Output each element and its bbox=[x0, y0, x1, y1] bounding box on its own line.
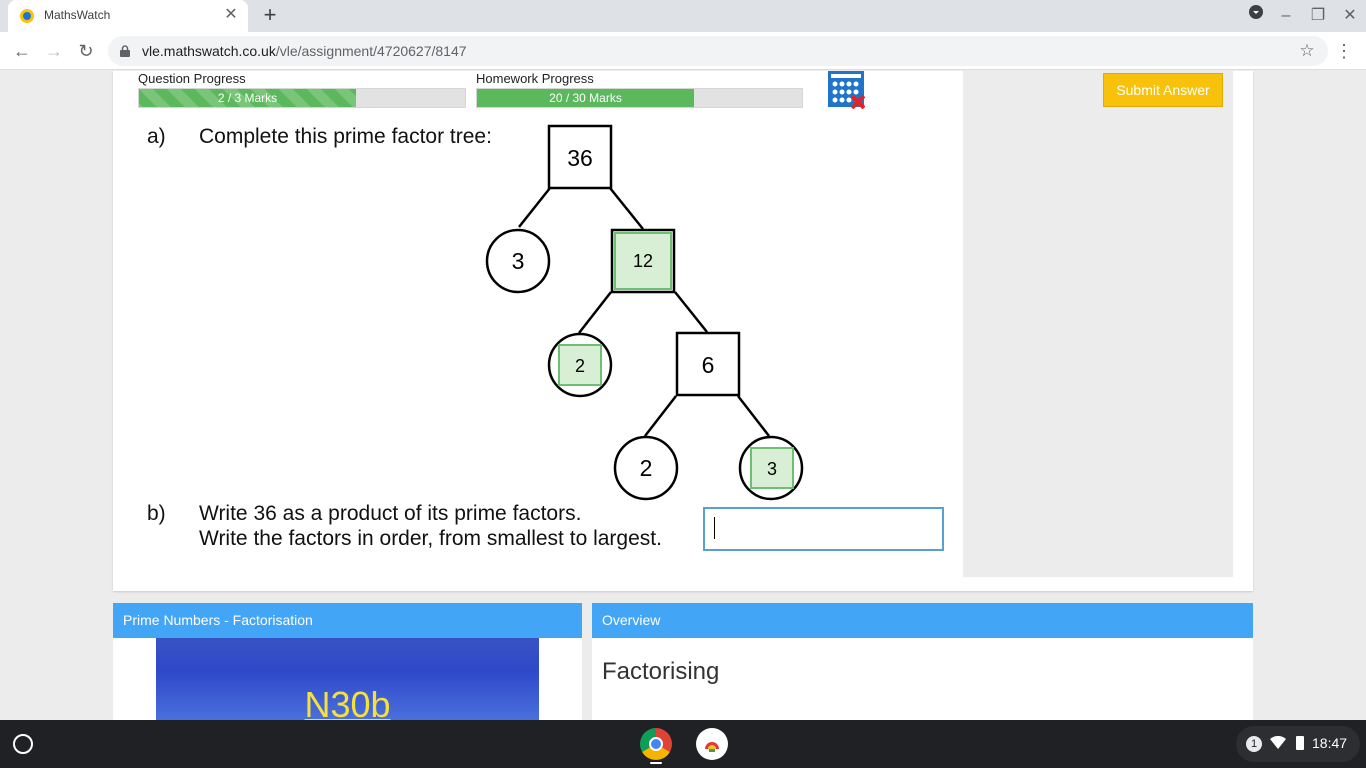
status-tray[interactable]: 1 18:47 bbox=[1236, 726, 1360, 762]
lock-icon[interactable] bbox=[120, 44, 130, 57]
side-panel: Submit Answer bbox=[963, 71, 1233, 577]
chrome-icon[interactable] bbox=[640, 728, 672, 760]
video-thumbnail-text: N30b bbox=[304, 684, 391, 720]
launcher-icon[interactable] bbox=[13, 734, 33, 754]
homework-progress-label: Homework Progress bbox=[476, 71, 594, 86]
part-a-text: Complete this prime factor tree: bbox=[199, 125, 492, 148]
reload-icon[interactable]: ↻ bbox=[74, 39, 98, 63]
video-panel: Prime Numbers - Factorisation N30b bbox=[113, 603, 582, 720]
arrow-right-icon[interactable]: → bbox=[42, 39, 66, 63]
homework-progress-bar: 20 / 30 Marks bbox=[476, 88, 803, 108]
browser-tab[interactable]: MathsWatch ✕ bbox=[8, 0, 248, 32]
answer-input[interactable] bbox=[703, 507, 944, 551]
page-content: Question Progress 2 / 3 Marks Homework P… bbox=[0, 71, 1366, 720]
taskbar: 1 18:47 bbox=[0, 720, 1366, 768]
star-icon[interactable]: ☆ bbox=[1296, 40, 1318, 62]
notification-badge[interactable]: 1 bbox=[1246, 736, 1262, 752]
question-progress-text: 2 / 3 Marks bbox=[217, 91, 278, 105]
tree-node-2-bottom: 2 bbox=[613, 435, 679, 501]
window-close-icon[interactable]: ✕ bbox=[1338, 4, 1362, 28]
url-host: vle.mathswatch.co.uk bbox=[142, 43, 276, 59]
answer-box-2-value: 2 bbox=[575, 356, 585, 376]
clock: 18:47 bbox=[1312, 735, 1348, 751]
tree-node-12: 12 bbox=[610, 228, 676, 294]
part-b-line2: Write the factors in order, from smalles… bbox=[199, 527, 662, 550]
submit-answer-button[interactable]: Submit Answer bbox=[1103, 73, 1223, 107]
question-progress-label: Question Progress bbox=[138, 71, 246, 86]
tree-node-root-value: 36 bbox=[567, 145, 593, 171]
new-tab-button[interactable]: + bbox=[258, 4, 282, 28]
battery-icon bbox=[1296, 736, 1304, 750]
tree-node-6: 6 bbox=[675, 331, 741, 397]
tree-node-2-bottom-value: 2 bbox=[640, 455, 653, 481]
tree-node-prime-3: 3 bbox=[485, 228, 551, 294]
tree-node-prime-3-value: 3 bbox=[512, 248, 525, 274]
active-app-indicator bbox=[650, 762, 662, 764]
close-icon[interactable]: ✕ bbox=[222, 6, 240, 24]
kebab-menu-icon[interactable]: ⋮ bbox=[1332, 39, 1356, 63]
text-caret bbox=[714, 517, 715, 539]
overview-panel-title: Overview bbox=[592, 603, 1253, 638]
part-a-label: a) bbox=[147, 125, 166, 148]
url-path: /vle/assignment/4720627/8147 bbox=[275, 43, 467, 59]
arrow-left-icon[interactable]: ← bbox=[10, 39, 34, 63]
part-b-line1: Write 36 as a product of its prime facto… bbox=[199, 502, 582, 525]
minimize-icon[interactable]: – bbox=[1274, 4, 1298, 28]
calculator-not-allowed-icon bbox=[827, 71, 866, 110]
tree-node-root: 36 bbox=[547, 124, 613, 190]
tab-title: MathsWatch bbox=[44, 8, 111, 22]
chrome-icon-center bbox=[649, 737, 663, 751]
part-b-label: b) bbox=[147, 502, 166, 525]
overview-panel: Overview Factorising bbox=[592, 603, 1253, 720]
video-thumbnail[interactable]: N30b bbox=[156, 638, 539, 720]
wifi-icon bbox=[1270, 735, 1286, 752]
mathswatch-logo-icon bbox=[20, 9, 34, 23]
tab-strip: MathsWatch ✕ + – ❐ ✕ bbox=[0, 0, 1366, 32]
tab-search-icon[interactable] bbox=[1244, 4, 1268, 28]
tree-node-6-value: 6 bbox=[702, 352, 715, 378]
video-panel-title: Prime Numbers - Factorisation bbox=[113, 603, 582, 638]
browser-toolbar: ← → ↻ vle.mathswatch.co.uk/vle/assignmen… bbox=[0, 32, 1366, 70]
restore-icon[interactable]: ❐ bbox=[1306, 4, 1330, 28]
address-bar[interactable]: vle.mathswatch.co.uk/vle/assignment/4720… bbox=[108, 36, 1328, 66]
answer-box-12-value: 12 bbox=[633, 251, 653, 271]
url-text[interactable]: vle.mathswatch.co.uk/vle/assignment/4720… bbox=[142, 43, 467, 59]
question-progress-bar: 2 / 3 Marks bbox=[138, 88, 466, 108]
overview-heading: Factorising bbox=[602, 658, 720, 685]
homework-progress-text: 20 / 30 Marks bbox=[549, 91, 622, 105]
question-card: Question Progress 2 / 3 Marks Homework P… bbox=[113, 71, 1253, 591]
prime-factor-tree: 36 3 12 2 6 2 3 bbox=[485, 124, 804, 501]
tree-node-2-left: 2 bbox=[547, 332, 613, 398]
tree-node-3-bottom: 3 bbox=[738, 435, 804, 501]
answer-box-3-value: 3 bbox=[767, 459, 777, 479]
files-app-icon[interactable] bbox=[696, 728, 728, 760]
